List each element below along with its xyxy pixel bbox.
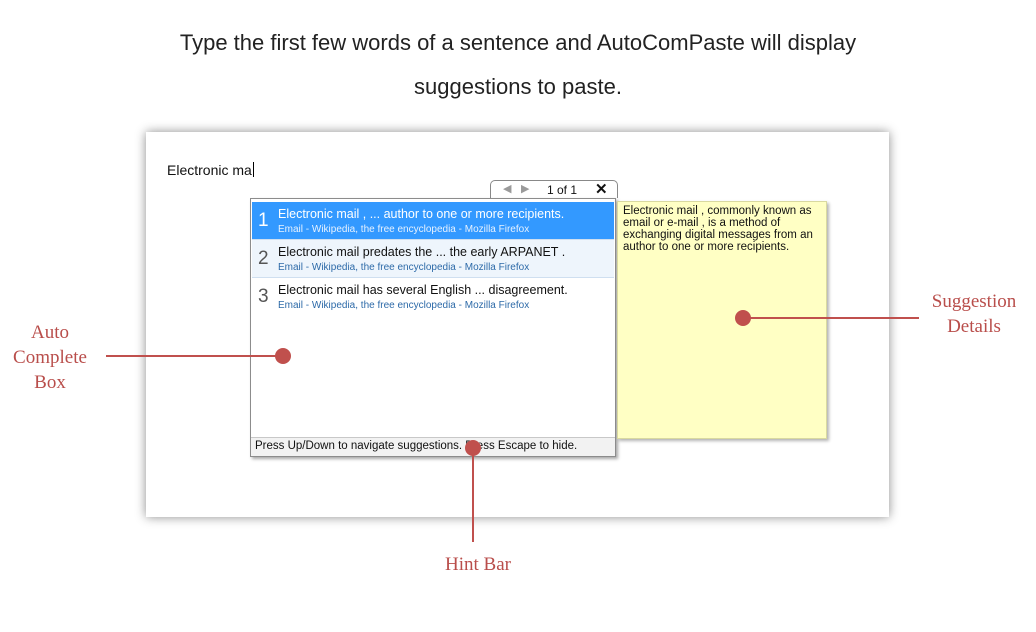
editor-text-area[interactable]: Electronic ma <box>167 162 254 178</box>
callout-suggestion-details: Suggestion Details <box>931 291 1017 337</box>
suggestion-pager: ◀ ▶ 1 of 1 ✕ <box>490 180 618 198</box>
headline-line-2: suggestions to paste. <box>414 74 622 99</box>
close-icon[interactable]: ✕ <box>595 180 608 198</box>
suggestion-item[interactable]: 3 Electronic mail has several English ..… <box>252 278 614 315</box>
text-caret <box>252 162 254 177</box>
suggestion-number: 2 <box>258 248 269 269</box>
auto-complete-box: 1 Electronic mail , ... author to one or… <box>250 198 616 457</box>
callout-hint-bar: Hint Bar <box>445 554 511 575</box>
callout-line-hint-bar <box>472 448 474 542</box>
page-count: 1 of 1 <box>547 183 578 197</box>
callout-auto-complete-box: Auto Complete Box <box>13 322 87 393</box>
prev-page-icon[interactable]: ◀ <box>503 182 511 195</box>
suggestion-item[interactable]: 2 Electronic mail predates the ... the e… <box>252 239 614 278</box>
callout-dot-suggestion-details <box>735 310 751 326</box>
suggestion-title: Electronic mail , ... author to one or m… <box>278 207 565 221</box>
editor-screenshot: Electronic ma ◀ ▶ 1 of 1 ✕ 1 Electronic … <box>146 132 889 517</box>
suggestion-title: Electronic mail has several English ... … <box>278 283 568 297</box>
suggestion-title: Electronic mail predates the ... the ear… <box>278 245 566 259</box>
typed-text: Electronic ma <box>167 162 252 178</box>
callout-line-auto-complete <box>106 355 284 357</box>
suggestion-number: 1 <box>258 210 269 231</box>
hint-bar: Press Up/Down to navigate suggestions. P… <box>251 437 615 456</box>
headline-line-1: Type the first few words of a sentence a… <box>179 30 857 55</box>
callout-dot-hint-bar <box>465 440 481 456</box>
suggestion-details-panel: Electronic mail , commonly known as emai… <box>617 201 827 439</box>
callout-line-suggestion-details <box>743 317 919 319</box>
suggestion-number: 3 <box>258 286 269 307</box>
suggestion-source: Email - Wikipedia, the free encyclopedia… <box>278 224 530 235</box>
suggestion-item[interactable]: 1 Electronic mail , ... author to one or… <box>252 202 614 239</box>
suggestion-source: Email - Wikipedia, the free encyclopedia… <box>278 300 530 311</box>
hint-bar-text: Press Up/Down to navigate suggestions. P… <box>255 440 578 452</box>
suggestion-details-text: Electronic mail , commonly known as emai… <box>623 205 813 253</box>
callout-dot-auto-complete <box>275 348 291 364</box>
next-page-icon[interactable]: ▶ <box>521 182 529 195</box>
suggestion-source: Email - Wikipedia, the free encyclopedia… <box>278 262 530 273</box>
